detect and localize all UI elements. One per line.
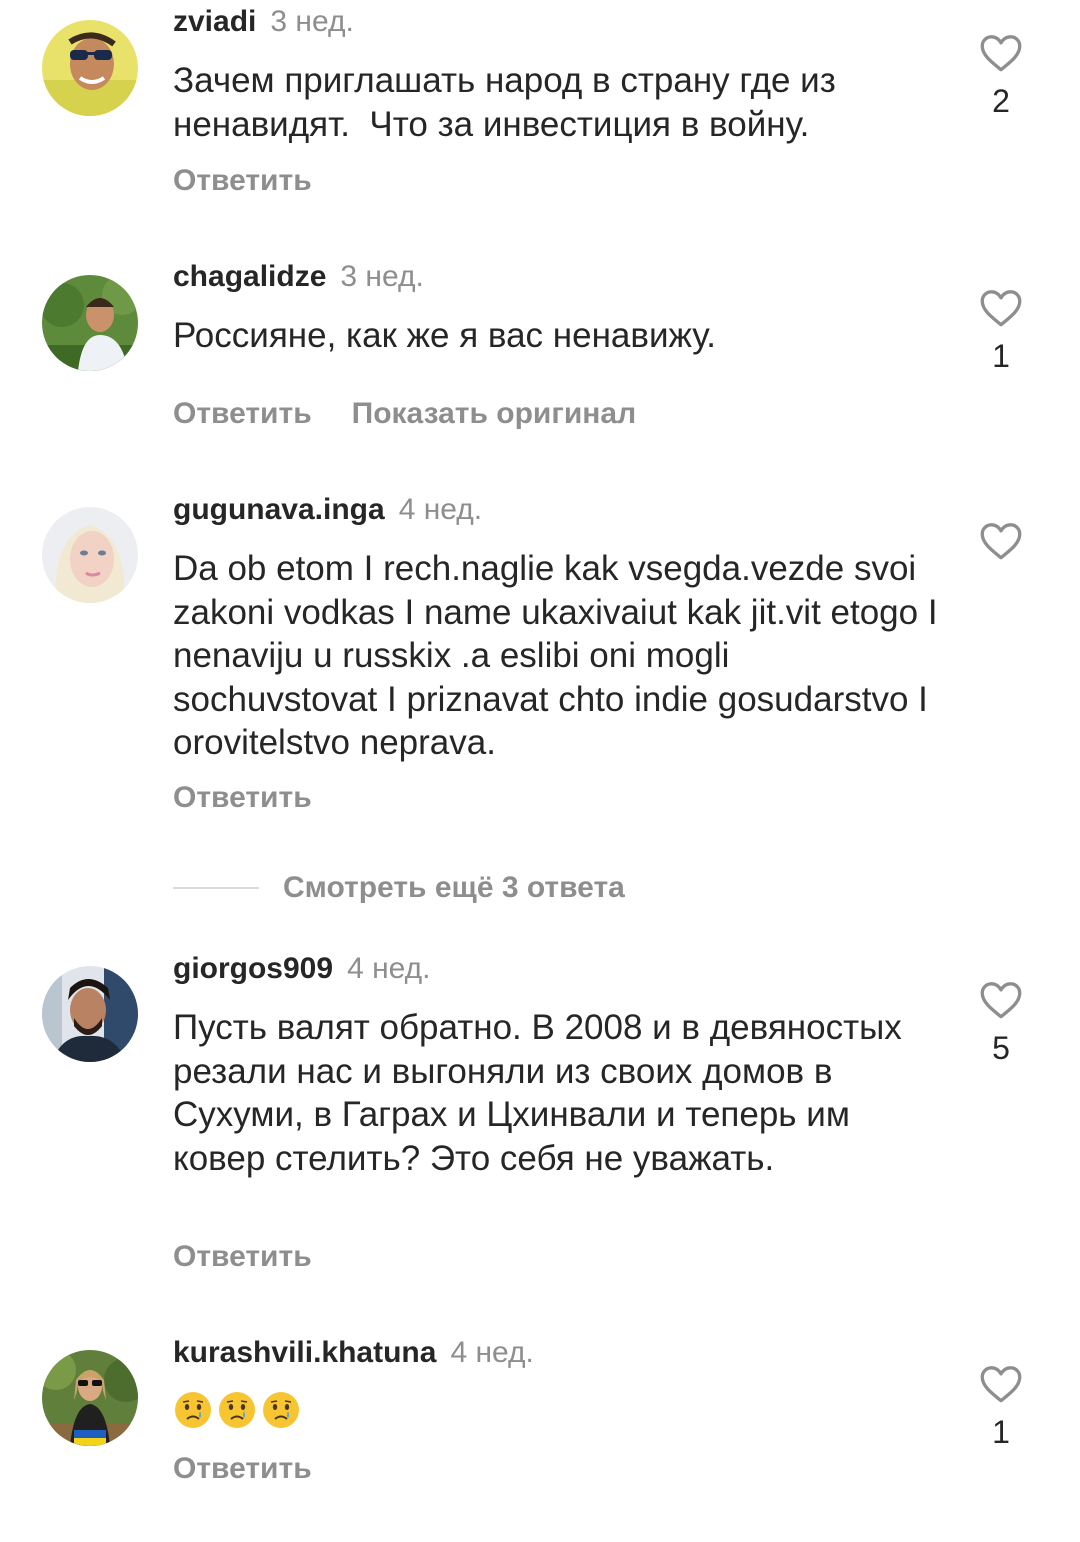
comment-text: Россияне, как же я вас ненавижу. xyxy=(173,316,717,355)
reply-button[interactable]: Ответить xyxy=(173,1452,312,1485)
comment-actions: Ответить xyxy=(173,163,312,199)
comment-meta: zviadi 3 нед. xyxy=(173,4,354,40)
comment-time: 4 нед. xyxy=(450,1336,534,1369)
comment-time: 3 нед. xyxy=(270,5,354,38)
comment-actions: Ответить xyxy=(173,1239,312,1275)
crying-face-emoji xyxy=(263,1392,299,1428)
heart-outline-icon[interactable] xyxy=(976,1358,1026,1408)
comment-username[interactable]: kurashvili.khatuna xyxy=(173,1336,436,1369)
like-count: 1 xyxy=(992,338,1010,374)
avatar-photo xyxy=(42,507,138,603)
avatar[interactable] xyxy=(42,275,138,371)
avatar-photo xyxy=(42,275,138,371)
heart-outline-icon[interactable] xyxy=(976,282,1026,332)
comment-username[interactable]: gugunava.inga xyxy=(173,493,385,526)
crying-face-emoji xyxy=(219,1392,255,1428)
avatar-photo xyxy=(42,1350,138,1446)
heart-outline-icon[interactable] xyxy=(976,974,1026,1024)
comment-text xyxy=(173,1390,301,1430)
comment-meta: giorgos909 4 нед. xyxy=(173,951,431,987)
reply-button[interactable]: Ответить xyxy=(173,781,312,814)
reply-button[interactable]: Ответить xyxy=(173,1240,312,1273)
heart-outline-icon[interactable] xyxy=(976,27,1026,77)
view-more-replies-label: Смотреть ещё 3 ответа xyxy=(283,871,625,904)
avatar[interactable] xyxy=(42,1350,138,1446)
avatar-photo xyxy=(42,966,138,1062)
comment-text: Пусть валят обратно. В 2008 и в девяност… xyxy=(173,1008,912,1178)
comment-meta: kurashvili.khatuna 4 нед. xyxy=(173,1335,534,1371)
avatar[interactable] xyxy=(42,966,138,1062)
avatar-photo xyxy=(42,20,138,116)
comment-username[interactable]: chagalidze xyxy=(173,260,326,293)
show-original-button[interactable]: Показать оригинал xyxy=(352,397,637,430)
heart-outline-icon[interactable] xyxy=(976,515,1026,565)
comment-username[interactable]: zviadi xyxy=(173,5,256,38)
comment-time: 4 нед. xyxy=(398,493,483,526)
comment-meta: gugunava.inga 4 нед. xyxy=(173,492,482,528)
reply-thread-line xyxy=(173,887,259,889)
comment-meta: chagalidze 3 нед. xyxy=(173,259,424,295)
comment-text: Da ob etom I rech.naglie kak vsegda.vezd… xyxy=(173,549,948,762)
comment-time: 4 нед. xyxy=(347,952,431,985)
like-count: 5 xyxy=(992,1030,1010,1066)
reply-button[interactable]: Ответить xyxy=(173,164,312,197)
avatar[interactable] xyxy=(42,20,138,116)
comment-username[interactable]: giorgos909 xyxy=(173,952,333,985)
view-more-replies-button[interactable]: Смотреть ещё 3 ответа xyxy=(173,868,625,908)
comment-text: Зачем приглашать народ в страну где из н… xyxy=(173,61,846,144)
avatar[interactable] xyxy=(42,507,138,603)
comment-actions: Ответить xyxy=(173,1451,312,1487)
comment-actions: Ответить Показать оригинал xyxy=(173,396,636,432)
comment-time: 3 нед. xyxy=(340,260,424,293)
reply-button[interactable]: Ответить xyxy=(173,397,312,430)
comment-actions: Ответить xyxy=(173,780,312,816)
crying-face-emoji xyxy=(175,1392,211,1428)
like-count: 1 xyxy=(992,1414,1010,1450)
like-count: 2 xyxy=(992,83,1010,119)
